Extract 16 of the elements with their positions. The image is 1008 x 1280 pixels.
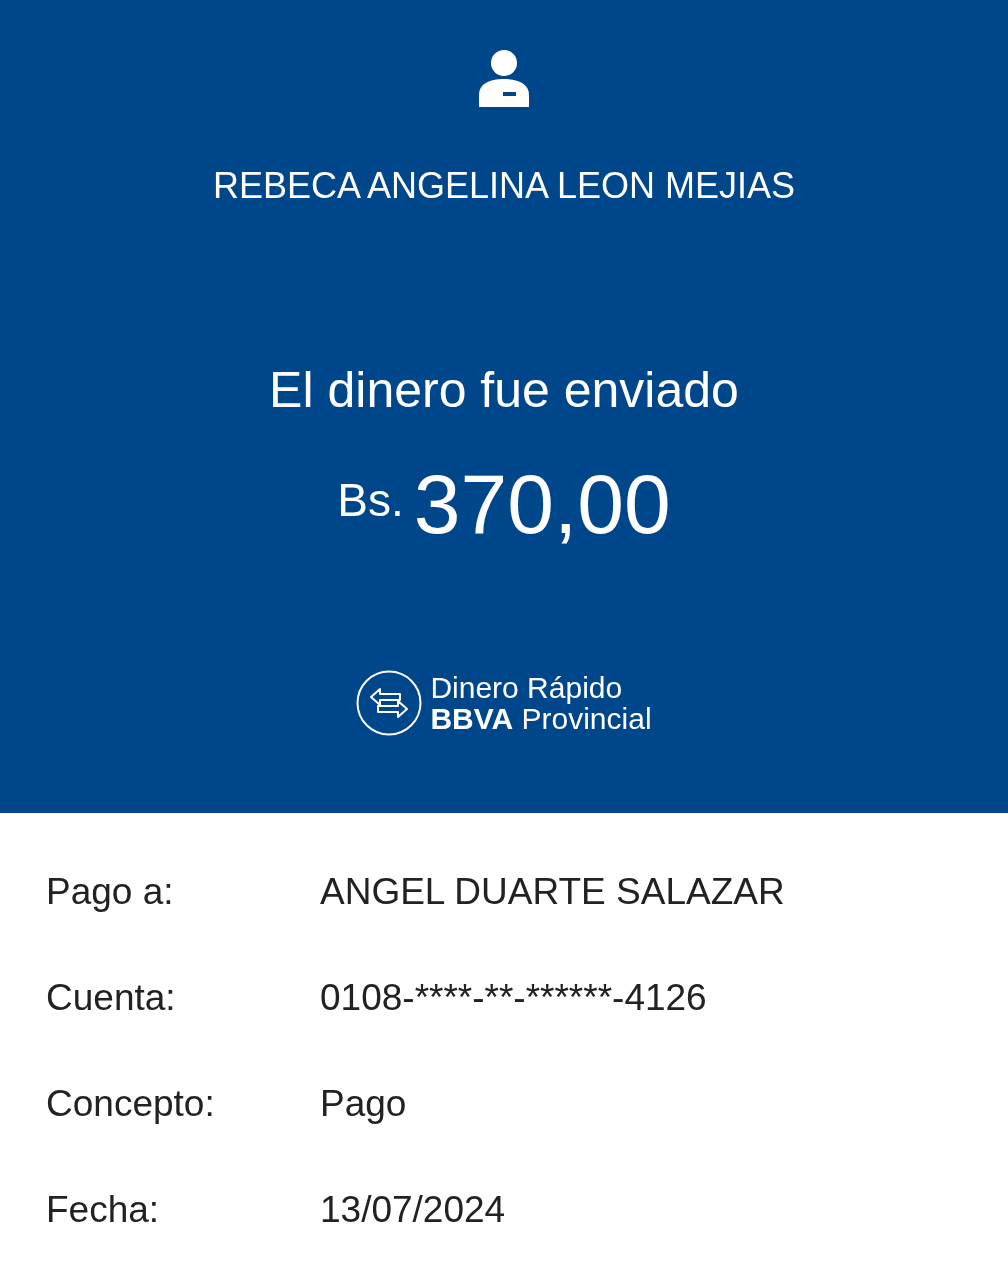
recipient-name: REBECA ANGELINA LEON MEJIAS [212, 164, 796, 208]
detail-value: 13/07/2024 [320, 1188, 506, 1233]
detail-value: 0108-****-**-******-4126 [320, 976, 707, 1021]
detail-value: Pago [320, 1082, 407, 1127]
detail-value: ANGEL DUARTE SALAZAR [320, 870, 785, 915]
brand-name: Dinero Rápido [430, 671, 624, 703]
person-icon [477, 49, 531, 107]
detail-label: Concepto: [46, 1082, 216, 1127]
amount: 370,00 [413, 462, 671, 546]
detail-label: Pago a: [46, 870, 175, 915]
detail-label: Cuenta: [46, 976, 177, 1021]
detail-label: Fecha: [46, 1188, 161, 1233]
currency-symbol: Bs. [337, 473, 404, 528]
exchange-arrows-icon [356, 670, 423, 736]
bank-name: BBVA Provincial [430, 703, 652, 735]
status-message: El dinero fue enviado [269, 361, 739, 420]
